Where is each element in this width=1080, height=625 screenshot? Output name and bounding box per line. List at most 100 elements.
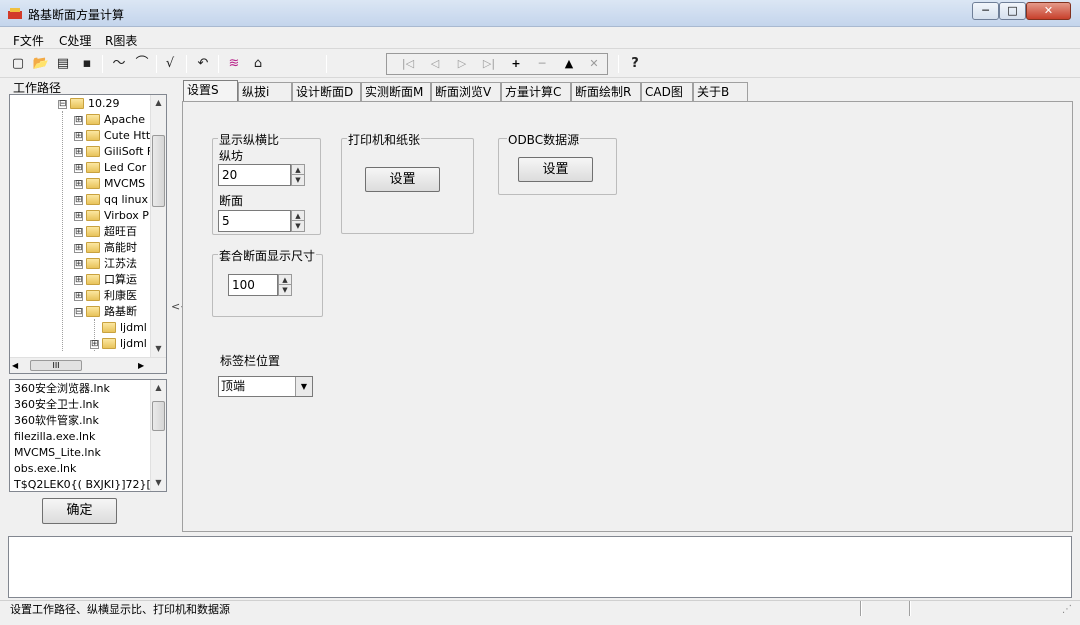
stamp-icon[interactable]: ⌂ [248, 54, 268, 74]
expand-node-icon[interactable]: ⊞ [74, 132, 83, 141]
checkmark-icon[interactable]: √ [160, 54, 180, 74]
spin-up-icon[interactable]: ▲ [279, 275, 291, 285]
printer-settings-button[interactable]: 设置 [365, 167, 440, 192]
tree-vscrollbar[interactable]: ▲ ▼ [150, 95, 166, 357]
tilde-curve-icon[interactable]: 〜 [109, 54, 129, 74]
spin-up-icon[interactable]: ▲ [292, 211, 304, 221]
tree-hscroll-thumb[interactable]: III [30, 360, 82, 371]
file-vscrollbar[interactable]: ▲ ▼ [150, 380, 166, 491]
expand-node-icon[interactable]: ⊞ [74, 228, 83, 237]
tree-item[interactable]: ⊟ 路基断 [10, 304, 155, 320]
file-vscroll-thumb[interactable] [152, 401, 165, 431]
list-item[interactable]: 360安全浏览器.lnk [14, 381, 110, 397]
collapse-node-icon[interactable]: ⊟ [58, 100, 67, 109]
expand-node-icon[interactable]: ⊞ [74, 292, 83, 301]
tree-item[interactable]: ⊞ ljdml [10, 336, 155, 352]
tree-vscroll-thumb[interactable] [152, 135, 165, 207]
close-button[interactable]: ✕ [1026, 2, 1071, 20]
section-ratio-stepper[interactable]: ▲ ▼ [291, 210, 305, 232]
section-ratio-input[interactable]: 5 [218, 210, 291, 232]
expand-node-icon[interactable]: ⊞ [74, 276, 83, 285]
first-section-icon[interactable]: |◁ [397, 55, 419, 73]
expand-node-icon[interactable]: ⊞ [74, 148, 83, 157]
scroll-down-icon[interactable]: ▼ [151, 341, 166, 357]
tab-about[interactable]: 关于B [693, 82, 748, 102]
spin-down-icon[interactable]: ▼ [279, 285, 291, 295]
last-section-icon[interactable]: ▷| [478, 55, 500, 73]
arc-icon[interactable]: ⌒ [132, 54, 152, 74]
up-triangle-icon[interactable]: ▲ [558, 55, 580, 73]
expand-node-icon[interactable]: ⊞ [74, 244, 83, 253]
list-item[interactable]: 360安全卫士.lnk [14, 397, 99, 413]
spin-down-icon[interactable]: ▼ [292, 221, 304, 231]
tree-item[interactable]: ⊟ 10.29 [10, 96, 155, 112]
odbc-settings-button[interactable]: 设置 [518, 157, 593, 182]
scroll-left-icon[interactable]: ◀ [12, 358, 18, 374]
tree-item[interactable]: ⊞ MVCMS [10, 176, 155, 192]
tab-position-select[interactable]: 顶端 ▼ [218, 376, 313, 397]
tree-item[interactable]: ⊞ qq linux [10, 192, 155, 208]
file-list[interactable]: 360安全浏览器.lnk 360安全卫士.lnk 360软件管家.lnk filezi… [9, 379, 167, 492]
tab-settings[interactable]: 设置S [183, 80, 238, 102]
delete-icon[interactable]: ✕ [583, 55, 605, 73]
scroll-up-icon[interactable]: ▲ [151, 380, 166, 396]
vertical-ratio-input[interactable]: 20 [218, 164, 291, 186]
expand-node-icon[interactable]: ⊞ [74, 180, 83, 189]
expand-node-icon[interactable]: ⊞ [74, 116, 83, 125]
undo-icon[interactable]: ↶ [193, 54, 213, 74]
folder-tree[interactable]: ⊟ 10.29 ⊞ Apache ⊞ Cute Htt ⊞ GiliSoft F ⊞ Led Co… [9, 94, 167, 374]
expand-node-icon[interactable]: ⊞ [74, 212, 83, 221]
overlay-size-stepper[interactable]: ▲ ▼ [278, 274, 292, 296]
list-item[interactable]: filezilla.exe.lnk [14, 429, 95, 445]
new-file-icon[interactable]: ▢ [8, 54, 28, 74]
add-icon[interactable]: + [505, 55, 527, 73]
tree-item[interactable]: ⊞ 高能时 [10, 240, 155, 256]
scroll-up-icon[interactable]: ▲ [151, 95, 166, 111]
tab-cad[interactable]: CAD图 [641, 82, 693, 102]
minimize-button[interactable]: ─ [972, 2, 999, 20]
expand-node-icon[interactable]: ⊞ [74, 196, 83, 205]
tab-volume-calc[interactable]: 方量计算C [501, 82, 571, 102]
tree-item[interactable]: ⊞ GiliSoft F [10, 144, 155, 160]
tree-item[interactable]: ⊞ 口算运 [10, 272, 155, 288]
spin-down-icon[interactable]: ▼ [292, 175, 304, 185]
resize-grip-icon[interactable]: ⋰ [1062, 604, 1074, 616]
tree-item[interactable]: ljdml [10, 320, 155, 336]
tree-item[interactable]: ⊞ 利康医 [10, 288, 155, 304]
spin-up-icon[interactable]: ▲ [292, 165, 304, 175]
vertical-ratio-stepper[interactable]: ▲ ▼ [291, 164, 305, 186]
tab-profile[interactable]: 纵拔i [238, 82, 292, 102]
expand-node-icon[interactable]: ⊞ [90, 340, 99, 349]
overlay-size-input[interactable]: 100 [228, 274, 278, 296]
tree-item[interactable]: ⊞ Led Cor [10, 160, 155, 176]
tree-item[interactable]: ⊞ 超旺百 [10, 224, 155, 240]
next-section-icon[interactable]: ▷ [451, 55, 473, 73]
list-item[interactable]: MVCMS_Lite.lnk [14, 445, 101, 461]
tree-item[interactable]: ⊞ Virbox P [10, 208, 155, 224]
expand-node-icon[interactable]: ⊞ [74, 164, 83, 173]
menu-process[interactable]: C处理 [59, 32, 91, 49]
save-icon[interactable]: ▪ [77, 54, 97, 74]
list-item[interactable]: obs.exe.lnk [14, 461, 76, 477]
ok-button[interactable]: 确定 [42, 498, 117, 524]
menu-chart[interactable]: R图表 [105, 32, 137, 49]
open-folder-icon[interactable]: 📂 [31, 54, 51, 74]
maximize-button[interactable]: □ [999, 2, 1026, 20]
tab-design-section[interactable]: 设计断面D [292, 82, 361, 102]
list-item[interactable]: 360软件管家.lnk [14, 413, 99, 429]
prev-section-icon[interactable]: ◁ [424, 55, 446, 73]
collapse-node-icon[interactable]: ⊟ [74, 308, 83, 317]
tree-item[interactable]: ⊞ 江苏法 [10, 256, 155, 272]
chevron-down-icon[interactable]: ▼ [295, 377, 312, 396]
help-pointer-icon[interactable]: ? [625, 54, 645, 74]
scroll-down-icon[interactable]: ▼ [151, 475, 166, 491]
tab-section-draw[interactable]: 断面绘制R [571, 82, 641, 102]
output-panel[interactable] [8, 536, 1072, 598]
list-item[interactable]: T$Q2LEK0{( BXJKI}]72}[H.j [14, 477, 165, 491]
fill-pattern-icon[interactable]: ≋ [224, 54, 244, 74]
line-icon[interactable]: ─ [531, 55, 553, 73]
tree-item[interactable]: ⊞ Apache [10, 112, 155, 128]
menu-file[interactable]: F文件 [13, 32, 44, 49]
scroll-right-icon[interactable]: ▶ [138, 358, 144, 374]
tree-hscrollbar[interactable]: ◀ III ▶ [10, 357, 166, 373]
